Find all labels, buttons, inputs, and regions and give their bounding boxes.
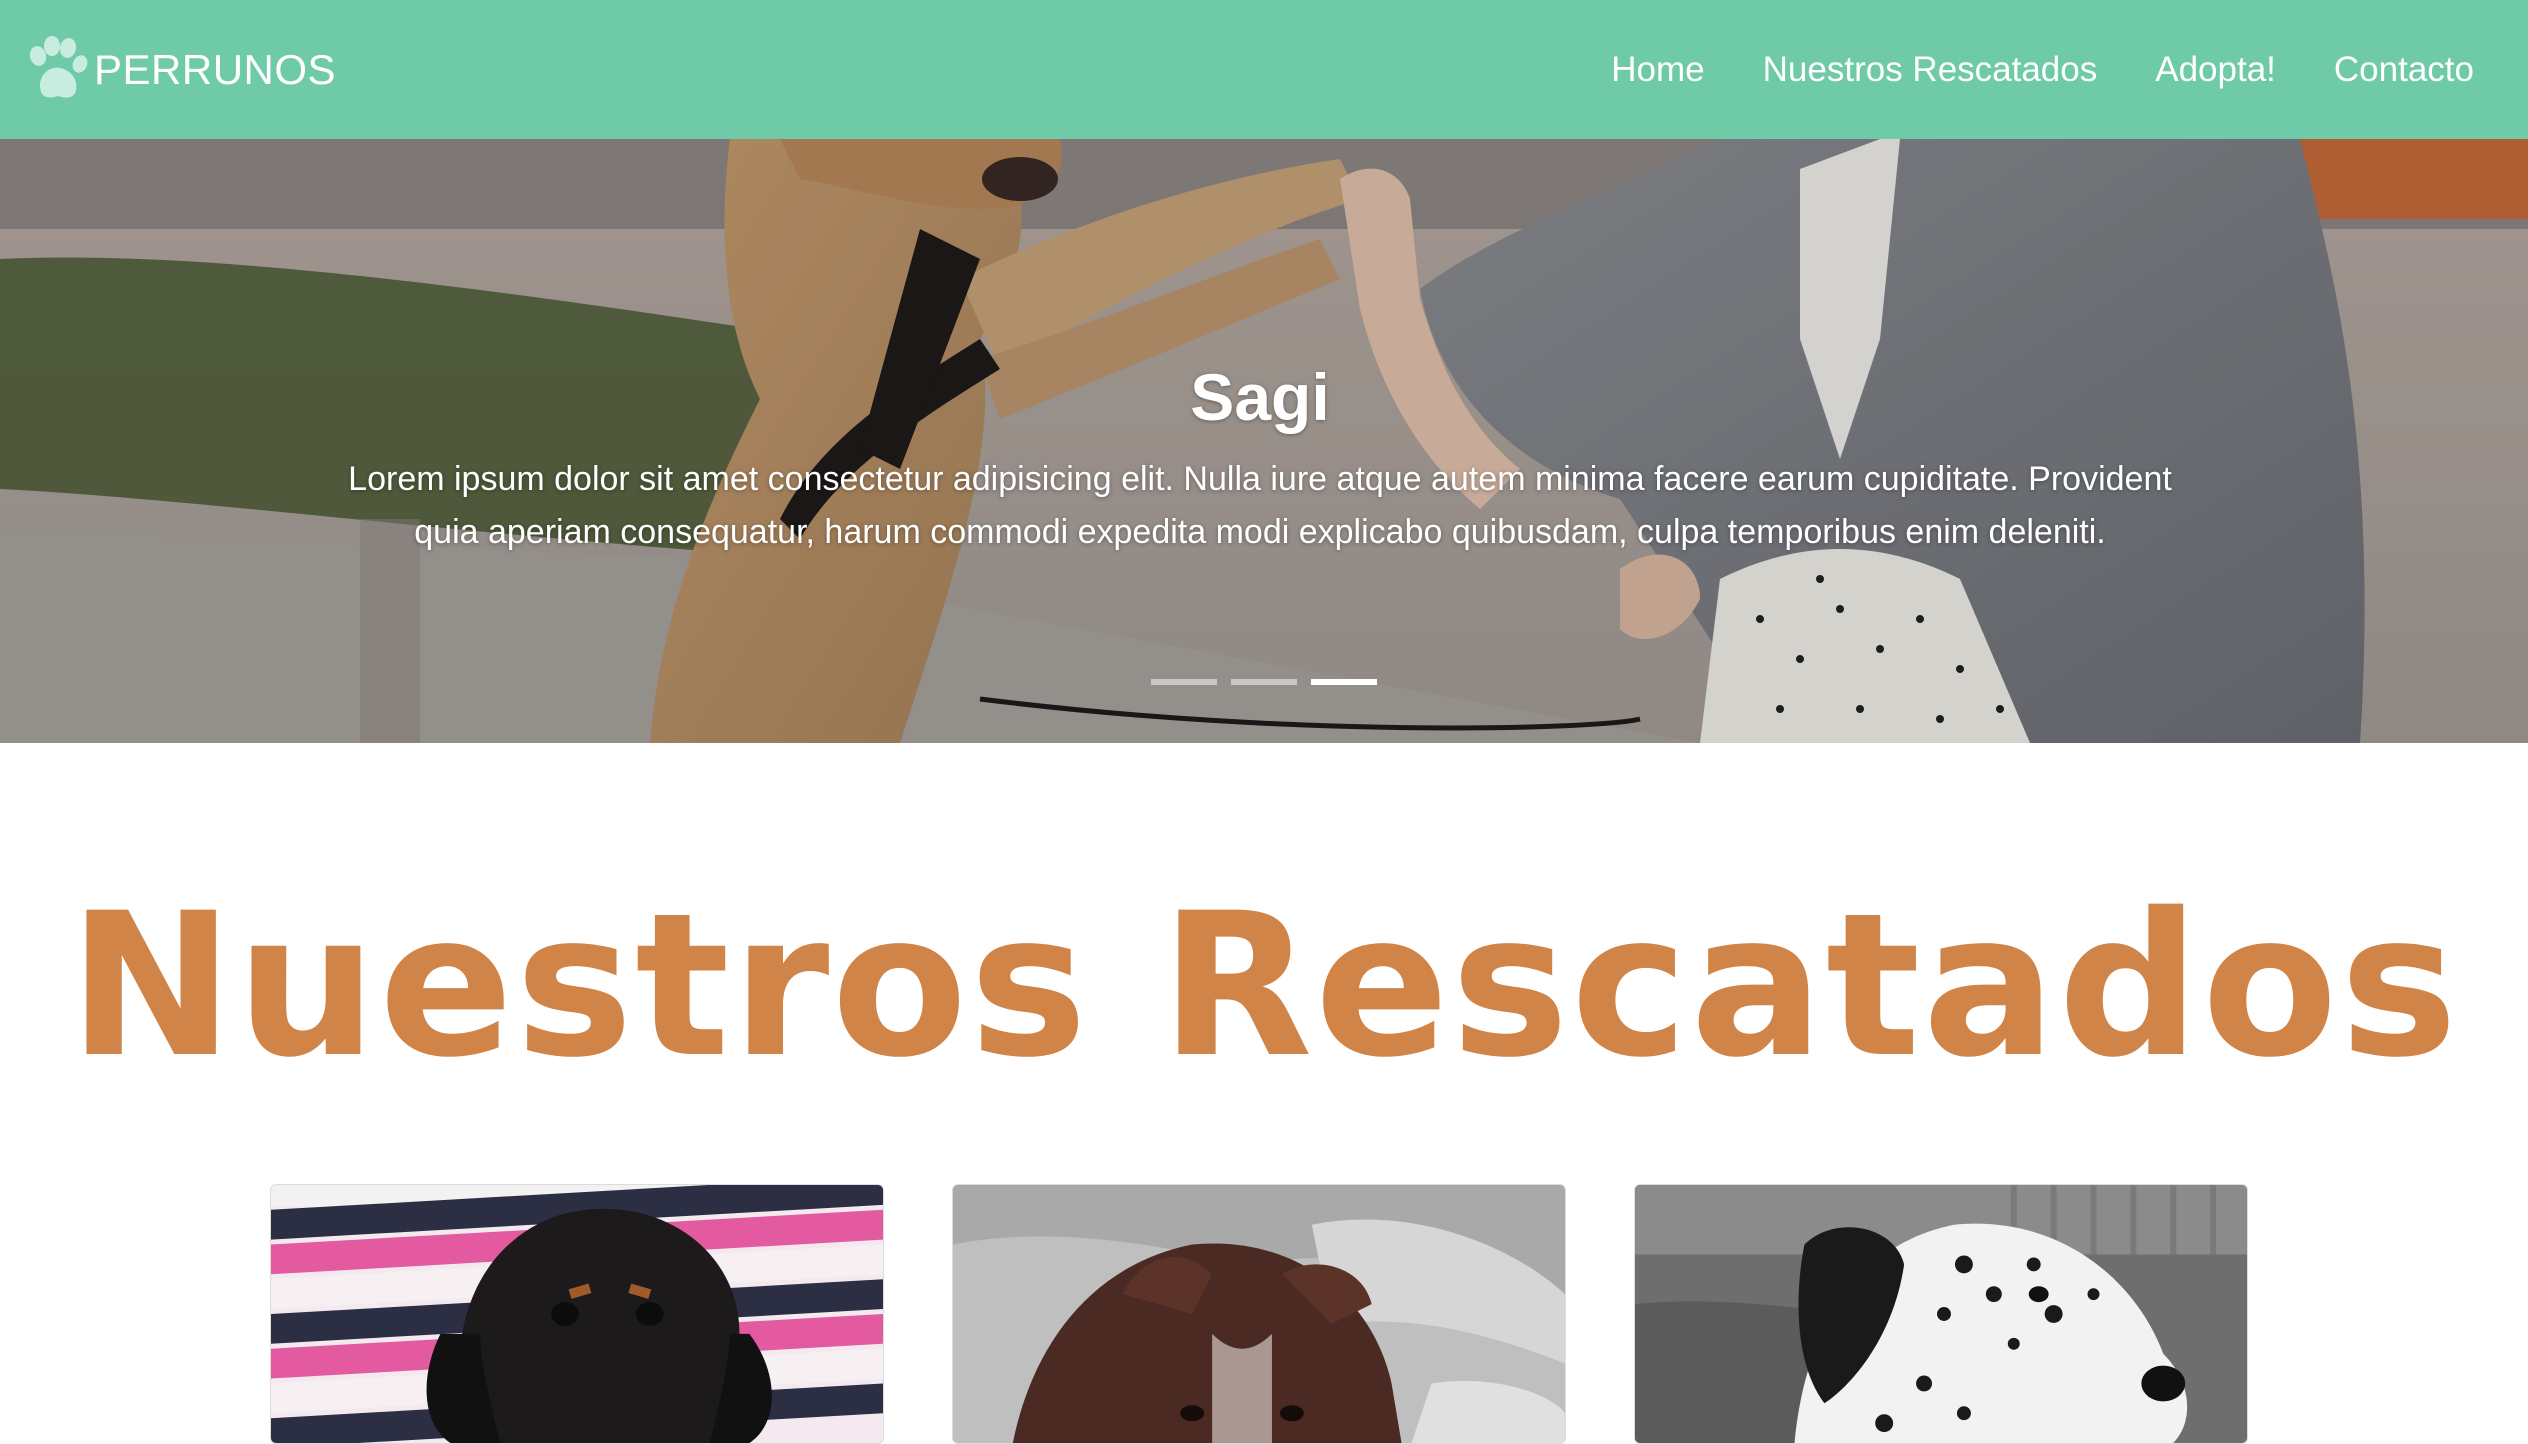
- dog-card-3[interactable]: [1634, 1184, 2248, 1444]
- navbar: PERRUNOS Home Nuestros Rescatados Adopta…: [0, 0, 2528, 139]
- nav-link-rescatados[interactable]: Nuestros Rescatados: [1763, 50, 2098, 90]
- nav-link-home[interactable]: Home: [1611, 50, 1704, 90]
- carousel-indicators: [0, 679, 2528, 685]
- dog-card-image-3: [1635, 1185, 2247, 1443]
- nav-link-adopta[interactable]: Adopta!: [2155, 50, 2276, 90]
- rescued-dogs-cards: [0, 1184, 2528, 1444]
- brand-link[interactable]: PERRUNOS: [22, 34, 336, 106]
- carousel-indicator-1[interactable]: [1151, 679, 1217, 685]
- section-title: Nuestros Rescatados: [68, 870, 2460, 1101]
- dog-card-image-2: [953, 1185, 1565, 1443]
- carousel-caption: Sagi Lorem ipsum dolor sit amet consecte…: [340, 359, 2180, 559]
- slide-text: Lorem ipsum dolor sit amet consectetur a…: [348, 460, 2172, 551]
- dog-card-1[interactable]: [270, 1184, 884, 1444]
- carousel-indicator-3[interactable]: [1311, 679, 1377, 685]
- brand-name: PERRUNOS: [94, 45, 337, 93]
- nav-link-contacto[interactable]: Contacto: [2334, 50, 2474, 90]
- slide-title: Sagi: [1190, 360, 1330, 434]
- dog-card-2[interactable]: [952, 1184, 1566, 1444]
- carousel-indicator-2[interactable]: [1231, 679, 1297, 685]
- hero-carousel: Sagi Lorem ipsum dolor sit amet consecte…: [0, 139, 2528, 743]
- paw-icon: [29, 35, 88, 98]
- dog-card-image-1: [271, 1185, 883, 1443]
- nav-links: Home Nuestros Rescatados Adopta! Contact…: [1611, 50, 2474, 90]
